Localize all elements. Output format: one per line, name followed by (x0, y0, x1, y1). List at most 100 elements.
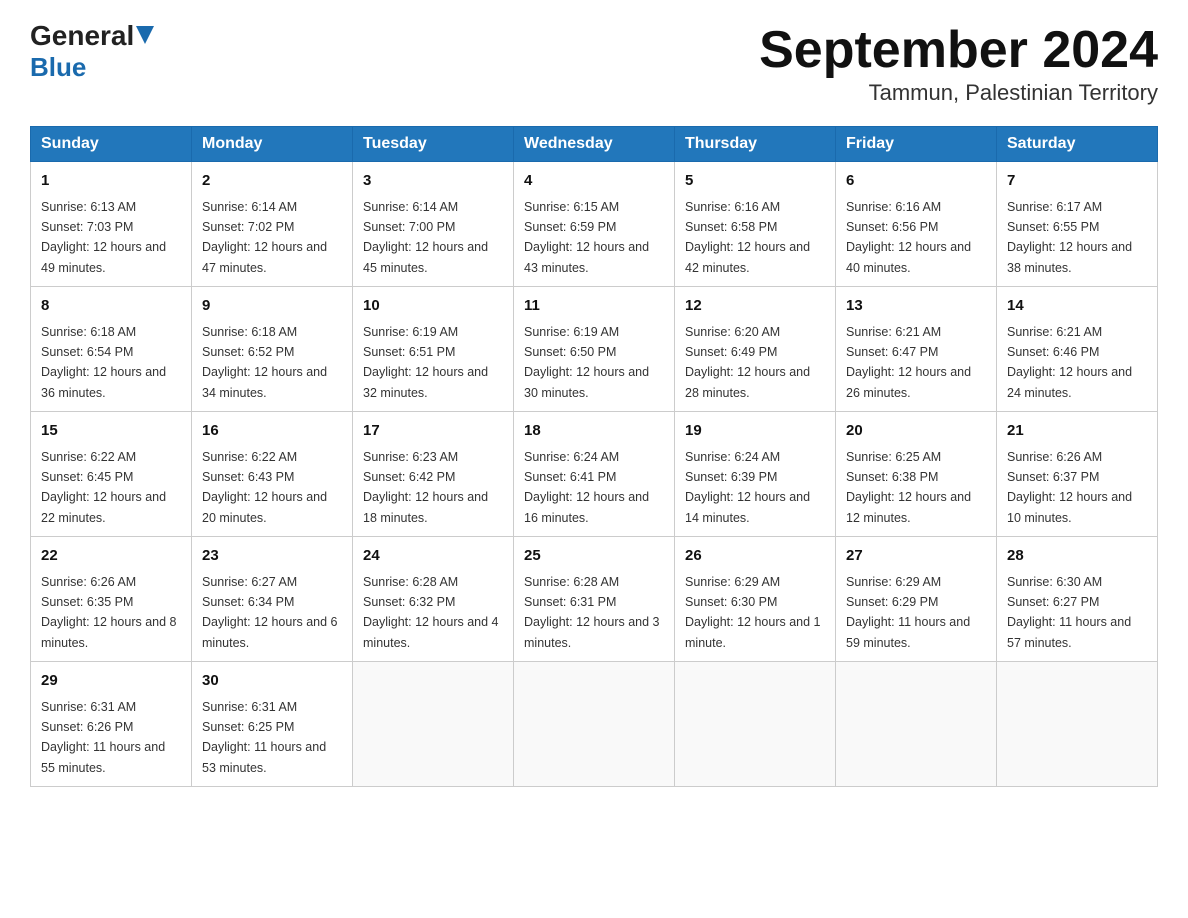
day-info: Sunrise: 6:13 AM Sunset: 7:03 PM Dayligh… (41, 200, 166, 275)
day-number: 26 (685, 545, 825, 568)
day-number: 3 (363, 170, 503, 193)
day-number: 7 (1007, 170, 1147, 193)
day-number: 2 (202, 170, 342, 193)
day-number: 19 (685, 420, 825, 443)
calendar-day-header: Sunday (31, 127, 192, 162)
day-info: Sunrise: 6:18 AM Sunset: 6:54 PM Dayligh… (41, 325, 166, 400)
calendar-day-cell: 23 Sunrise: 6:27 AM Sunset: 6:34 PM Dayl… (192, 537, 353, 662)
day-info: Sunrise: 6:31 AM Sunset: 6:25 PM Dayligh… (202, 700, 326, 775)
day-number: 10 (363, 295, 503, 318)
calendar-day-cell: 27 Sunrise: 6:29 AM Sunset: 6:29 PM Dayl… (836, 537, 997, 662)
day-number: 14 (1007, 295, 1147, 318)
calendar-header-row: SundayMondayTuesdayWednesdayThursdayFrid… (31, 127, 1158, 162)
calendar-day-cell: 21 Sunrise: 6:26 AM Sunset: 6:37 PM Dayl… (997, 412, 1158, 537)
day-info: Sunrise: 6:21 AM Sunset: 6:46 PM Dayligh… (1007, 325, 1132, 400)
day-number: 15 (41, 420, 181, 443)
calendar-day-cell: 10 Sunrise: 6:19 AM Sunset: 6:51 PM Dayl… (353, 287, 514, 412)
calendar-week-row: 22 Sunrise: 6:26 AM Sunset: 6:35 PM Dayl… (31, 537, 1158, 662)
page-header: General Blue September 2024 Tammun, Pale… (30, 20, 1158, 106)
calendar-week-row: 1 Sunrise: 6:13 AM Sunset: 7:03 PM Dayli… (31, 162, 1158, 287)
calendar-week-row: 8 Sunrise: 6:18 AM Sunset: 6:54 PM Dayli… (31, 287, 1158, 412)
day-number: 1 (41, 170, 181, 193)
day-number: 4 (524, 170, 664, 193)
page-title: September 2024 (759, 20, 1158, 80)
calendar-week-row: 29 Sunrise: 6:31 AM Sunset: 6:26 PM Dayl… (31, 662, 1158, 787)
day-info: Sunrise: 6:27 AM Sunset: 6:34 PM Dayligh… (202, 575, 338, 650)
calendar-day-cell (997, 662, 1158, 787)
day-number: 5 (685, 170, 825, 193)
calendar-day-cell: 17 Sunrise: 6:23 AM Sunset: 6:42 PM Dayl… (353, 412, 514, 537)
day-number: 13 (846, 295, 986, 318)
day-number: 18 (524, 420, 664, 443)
calendar-day-header: Tuesday (353, 127, 514, 162)
calendar-day-cell: 20 Sunrise: 6:25 AM Sunset: 6:38 PM Dayl… (836, 412, 997, 537)
calendar-day-cell (675, 662, 836, 787)
calendar-day-cell (353, 662, 514, 787)
day-number: 20 (846, 420, 986, 443)
calendar-day-cell: 18 Sunrise: 6:24 AM Sunset: 6:41 PM Dayl… (514, 412, 675, 537)
calendar-day-header: Wednesday (514, 127, 675, 162)
calendar-day-cell: 28 Sunrise: 6:30 AM Sunset: 6:27 PM Dayl… (997, 537, 1158, 662)
day-info: Sunrise: 6:18 AM Sunset: 6:52 PM Dayligh… (202, 325, 327, 400)
day-info: Sunrise: 6:26 AM Sunset: 6:35 PM Dayligh… (41, 575, 177, 650)
calendar-day-cell: 9 Sunrise: 6:18 AM Sunset: 6:52 PM Dayli… (192, 287, 353, 412)
day-number: 24 (363, 545, 503, 568)
day-info: Sunrise: 6:22 AM Sunset: 6:45 PM Dayligh… (41, 450, 166, 525)
calendar-day-cell: 19 Sunrise: 6:24 AM Sunset: 6:39 PM Dayl… (675, 412, 836, 537)
calendar-day-cell: 29 Sunrise: 6:31 AM Sunset: 6:26 PM Dayl… (31, 662, 192, 787)
day-number: 8 (41, 295, 181, 318)
calendar-table: SundayMondayTuesdayWednesdayThursdayFrid… (30, 126, 1158, 787)
calendar-day-cell (514, 662, 675, 787)
day-info: Sunrise: 6:16 AM Sunset: 6:56 PM Dayligh… (846, 200, 971, 275)
calendar-day-cell: 5 Sunrise: 6:16 AM Sunset: 6:58 PM Dayli… (675, 162, 836, 287)
day-number: 21 (1007, 420, 1147, 443)
title-section: September 2024 Tammun, Palestinian Terri… (759, 20, 1158, 106)
day-number: 22 (41, 545, 181, 568)
day-number: 29 (41, 670, 181, 693)
day-number: 25 (524, 545, 664, 568)
day-info: Sunrise: 6:28 AM Sunset: 6:31 PM Dayligh… (524, 575, 660, 650)
day-info: Sunrise: 6:29 AM Sunset: 6:29 PM Dayligh… (846, 575, 970, 650)
day-number: 27 (846, 545, 986, 568)
calendar-day-cell: 11 Sunrise: 6:19 AM Sunset: 6:50 PM Dayl… (514, 287, 675, 412)
calendar-day-cell: 25 Sunrise: 6:28 AM Sunset: 6:31 PM Dayl… (514, 537, 675, 662)
calendar-day-cell (836, 662, 997, 787)
calendar-day-header: Friday (836, 127, 997, 162)
day-info: Sunrise: 6:19 AM Sunset: 6:50 PM Dayligh… (524, 325, 649, 400)
day-number: 9 (202, 295, 342, 318)
day-number: 16 (202, 420, 342, 443)
calendar-day-cell: 14 Sunrise: 6:21 AM Sunset: 6:46 PM Dayl… (997, 287, 1158, 412)
day-number: 28 (1007, 545, 1147, 568)
calendar-week-row: 15 Sunrise: 6:22 AM Sunset: 6:45 PM Dayl… (31, 412, 1158, 537)
logo-blue-text: Blue (30, 52, 86, 83)
calendar-day-cell: 4 Sunrise: 6:15 AM Sunset: 6:59 PM Dayli… (514, 162, 675, 287)
day-info: Sunrise: 6:25 AM Sunset: 6:38 PM Dayligh… (846, 450, 971, 525)
day-info: Sunrise: 6:31 AM Sunset: 6:26 PM Dayligh… (41, 700, 165, 775)
day-info: Sunrise: 6:22 AM Sunset: 6:43 PM Dayligh… (202, 450, 327, 525)
calendar-day-cell: 24 Sunrise: 6:28 AM Sunset: 6:32 PM Dayl… (353, 537, 514, 662)
calendar-day-header: Saturday (997, 127, 1158, 162)
logo-triangle-icon (136, 26, 154, 44)
calendar-day-cell: 12 Sunrise: 6:20 AM Sunset: 6:49 PM Dayl… (675, 287, 836, 412)
day-number: 12 (685, 295, 825, 318)
calendar-day-cell: 2 Sunrise: 6:14 AM Sunset: 7:02 PM Dayli… (192, 162, 353, 287)
day-number: 6 (846, 170, 986, 193)
day-number: 11 (524, 295, 664, 318)
calendar-day-cell: 3 Sunrise: 6:14 AM Sunset: 7:00 PM Dayli… (353, 162, 514, 287)
day-info: Sunrise: 6:19 AM Sunset: 6:51 PM Dayligh… (363, 325, 488, 400)
calendar-day-cell: 7 Sunrise: 6:17 AM Sunset: 6:55 PM Dayli… (997, 162, 1158, 287)
calendar-day-cell: 30 Sunrise: 6:31 AM Sunset: 6:25 PM Dayl… (192, 662, 353, 787)
calendar-day-cell: 6 Sunrise: 6:16 AM Sunset: 6:56 PM Dayli… (836, 162, 997, 287)
day-info: Sunrise: 6:21 AM Sunset: 6:47 PM Dayligh… (846, 325, 971, 400)
day-info: Sunrise: 6:26 AM Sunset: 6:37 PM Dayligh… (1007, 450, 1132, 525)
calendar-day-cell: 8 Sunrise: 6:18 AM Sunset: 6:54 PM Dayli… (31, 287, 192, 412)
page-subtitle: Tammun, Palestinian Territory (759, 80, 1158, 106)
day-info: Sunrise: 6:17 AM Sunset: 6:55 PM Dayligh… (1007, 200, 1132, 275)
day-info: Sunrise: 6:15 AM Sunset: 6:59 PM Dayligh… (524, 200, 649, 275)
day-info: Sunrise: 6:24 AM Sunset: 6:41 PM Dayligh… (524, 450, 649, 525)
calendar-day-cell: 13 Sunrise: 6:21 AM Sunset: 6:47 PM Dayl… (836, 287, 997, 412)
calendar-day-cell: 1 Sunrise: 6:13 AM Sunset: 7:03 PM Dayli… (31, 162, 192, 287)
calendar-day-cell: 26 Sunrise: 6:29 AM Sunset: 6:30 PM Dayl… (675, 537, 836, 662)
calendar-day-header: Thursday (675, 127, 836, 162)
calendar-day-header: Monday (192, 127, 353, 162)
